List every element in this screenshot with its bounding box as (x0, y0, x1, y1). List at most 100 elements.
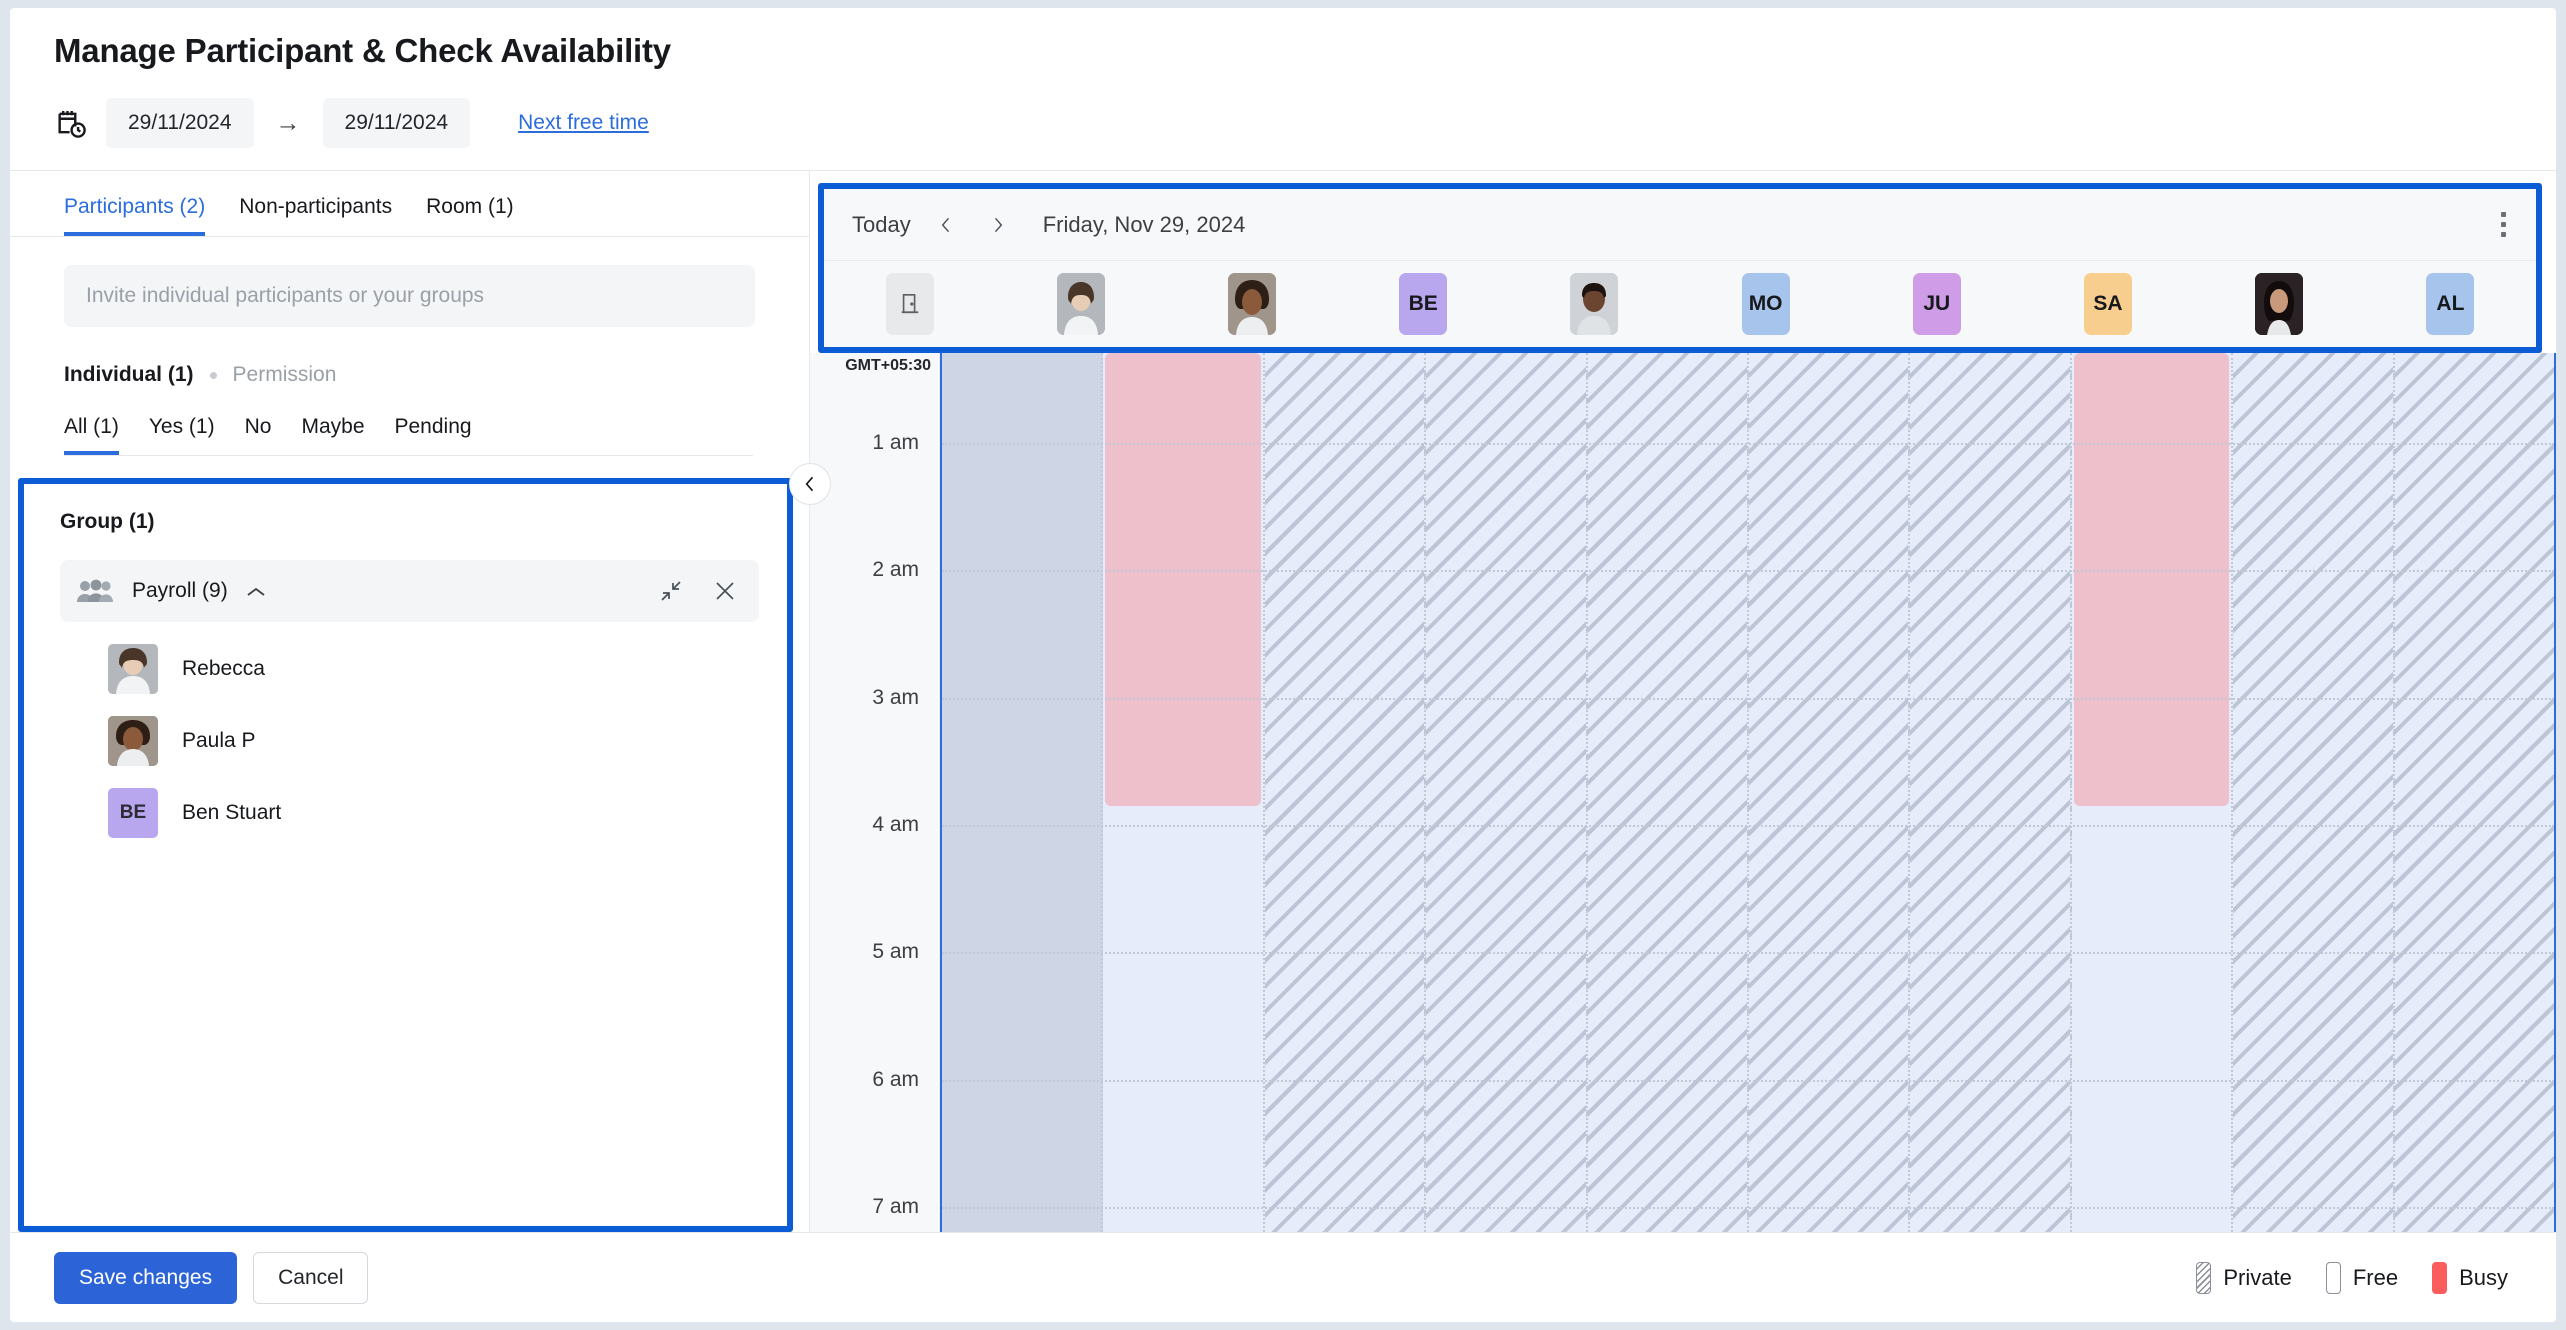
grid-column-attendee[interactable] (1426, 353, 1588, 1232)
busy-block[interactable] (2073, 353, 2230, 806)
group-section-title: Group (1) (60, 510, 155, 533)
next-free-time-link[interactable]: Next free time (518, 111, 649, 135)
timezone-label: GMT+05:30 (845, 357, 931, 374)
end-date-field[interactable]: 29/11/2024 (322, 98, 471, 148)
grid-column-attendee[interactable] (2233, 353, 2395, 1232)
attendee-cell[interactable]: BE (1338, 273, 1509, 335)
attendee-avatar-strip: BE MO JU SA AL (824, 261, 2536, 347)
door-icon (885, 273, 934, 335)
grid-column-attendee[interactable] (1910, 353, 2072, 1232)
avatar (2255, 273, 2304, 335)
dialog-window: Manage Participant & Check Availability … (10, 8, 2556, 1322)
legend-label: Free (2352, 1264, 2399, 1290)
participants-panel: Participants (2) Non-participants Room (… (10, 171, 831, 1232)
page-title: Manage Participant & Check Availability (54, 32, 671, 69)
availability-grid: GMT+05:30 1 am 2 am 3 am 4 am 5 am 6 am … (810, 353, 2556, 1232)
calendar-clock-icon (54, 106, 88, 140)
collapse-arrows-icon[interactable] (659, 579, 683, 603)
group-section-highlighted: Group (1) Payroll (9) Rebecca Paula P BE… (18, 478, 793, 1232)
attendee-cell[interactable] (2194, 273, 2365, 335)
tab-room[interactable]: Room (1) (426, 195, 514, 236)
hour-label: 2 am (872, 558, 919, 582)
individual-count-label: Individual (1) (64, 363, 194, 386)
avatar (1056, 273, 1105, 335)
legend-private: Private (2196, 1261, 2292, 1294)
legend-free: Free (2325, 1261, 2399, 1294)
save-changes-button[interactable]: Save changes (54, 1251, 238, 1304)
grid-column-attendee[interactable] (1587, 353, 1750, 1232)
avatar (1570, 273, 1619, 335)
grid-column-attendee[interactable] (1749, 353, 1911, 1232)
list-item[interactable]: Paula P (60, 716, 759, 766)
attendee-cell[interactable] (1166, 273, 1337, 335)
avatar-initials: BE (108, 788, 158, 838)
grid-column-room[interactable] (942, 353, 1104, 1232)
tab-non-participants[interactable]: Non-participants (239, 195, 392, 236)
attendee-cell[interactable]: SA (2022, 273, 2193, 335)
today-button[interactable]: Today (852, 212, 911, 238)
dialog-body: Participants (2) Non-participants Room (… (10, 171, 2556, 1232)
avatar-initials: BE (1399, 273, 1448, 335)
grid-column-attendee[interactable] (1264, 353, 1427, 1232)
list-item[interactable]: BE Ben Stuart (60, 788, 759, 838)
filter-no[interactable]: No (245, 415, 272, 455)
availability-calendar: Today Friday, Nov 29, 2024 BE MO JU SA A… (810, 171, 2556, 1232)
individual-permission-row: Individual (1) Permission (64, 363, 755, 387)
attendee-cell[interactable] (995, 273, 1166, 335)
filter-yes[interactable]: Yes (1) (149, 415, 215, 455)
hour-label: 7 am (872, 1195, 919, 1219)
filter-pending[interactable]: Pending (395, 415, 472, 455)
kebab-menu-icon[interactable] (2493, 204, 2514, 245)
list-item[interactable]: Rebecca (60, 644, 759, 694)
hour-label: 3 am (872, 685, 919, 709)
member-name: Rebecca (182, 657, 265, 680)
permission-label[interactable]: Permission (233, 363, 337, 387)
cancel-button[interactable]: Cancel (253, 1251, 369, 1304)
invite-input[interactable] (86, 284, 733, 308)
participants-tabs: Participants (2) Non-participants Room (… (10, 171, 809, 237)
hour-label: 5 am (872, 940, 919, 964)
group-row-payroll[interactable]: Payroll (9) (60, 560, 759, 622)
calendar-header-highlighted: Today Friday, Nov 29, 2024 BE MO JU SA A… (818, 183, 2542, 353)
avatar (108, 644, 158, 694)
date-range-arrow: → (275, 108, 301, 137)
calendar-toolbar: Today Friday, Nov 29, 2024 (824, 189, 2536, 261)
grid-column-attendee[interactable] (2394, 353, 2554, 1232)
grid-columns-wrapper[interactable] (940, 353, 2556, 1232)
invite-field-wrapper (64, 265, 755, 327)
member-name: Ben Stuart (182, 801, 282, 824)
filter-all[interactable]: All (1) (64, 415, 119, 455)
legend-label: Private (2223, 1264, 2292, 1290)
attendee-cell[interactable] (824, 273, 995, 335)
avatar-initials: MO (1741, 273, 1790, 335)
close-icon[interactable] (713, 579, 737, 603)
member-name: Paula P (182, 729, 256, 752)
availability-legend: Private Free Busy (2196, 1261, 2508, 1294)
busy-block[interactable] (1105, 353, 1261, 806)
chevron-up-icon[interactable] (246, 585, 266, 597)
avatar-initials: AL (2426, 273, 2475, 335)
attendee-cell[interactable]: JU (1851, 273, 2022, 335)
start-date-field[interactable]: 29/11/2024 (106, 98, 254, 148)
hour-label: 6 am (872, 1067, 919, 1091)
avatar-initials: JU (1912, 273, 1961, 335)
collapse-panel-button[interactable] (789, 463, 831, 505)
prev-day-button[interactable] (929, 208, 963, 242)
attendee-cell[interactable] (1509, 273, 1680, 335)
next-day-button[interactable] (981, 208, 1015, 242)
attendee-cell[interactable]: MO (1680, 273, 1851, 335)
avatar-initials: SA (2084, 273, 2133, 335)
grid-column-attendee[interactable] (1103, 353, 1265, 1232)
free-swatch-icon (2325, 1261, 2341, 1294)
people-group-icon (76, 578, 114, 604)
grid-column-attendee[interactable] (2071, 353, 2234, 1232)
hour-label: 1 am (872, 430, 919, 454)
tab-participants[interactable]: Participants (2) (64, 195, 206, 236)
date-range-row: 29/11/2024 → 29/11/2024 Next free time (54, 98, 2556, 148)
filter-maybe[interactable]: Maybe (301, 415, 364, 455)
dialog-header: Manage Participant & Check Availability … (10, 8, 2556, 171)
attendee-cell[interactable]: AL (2365, 273, 2536, 335)
legend-label: Busy (2459, 1264, 2508, 1290)
calendar-date-label: Friday, Nov 29, 2024 (1042, 211, 1246, 237)
group-name-label: Payroll (9) (132, 579, 228, 602)
